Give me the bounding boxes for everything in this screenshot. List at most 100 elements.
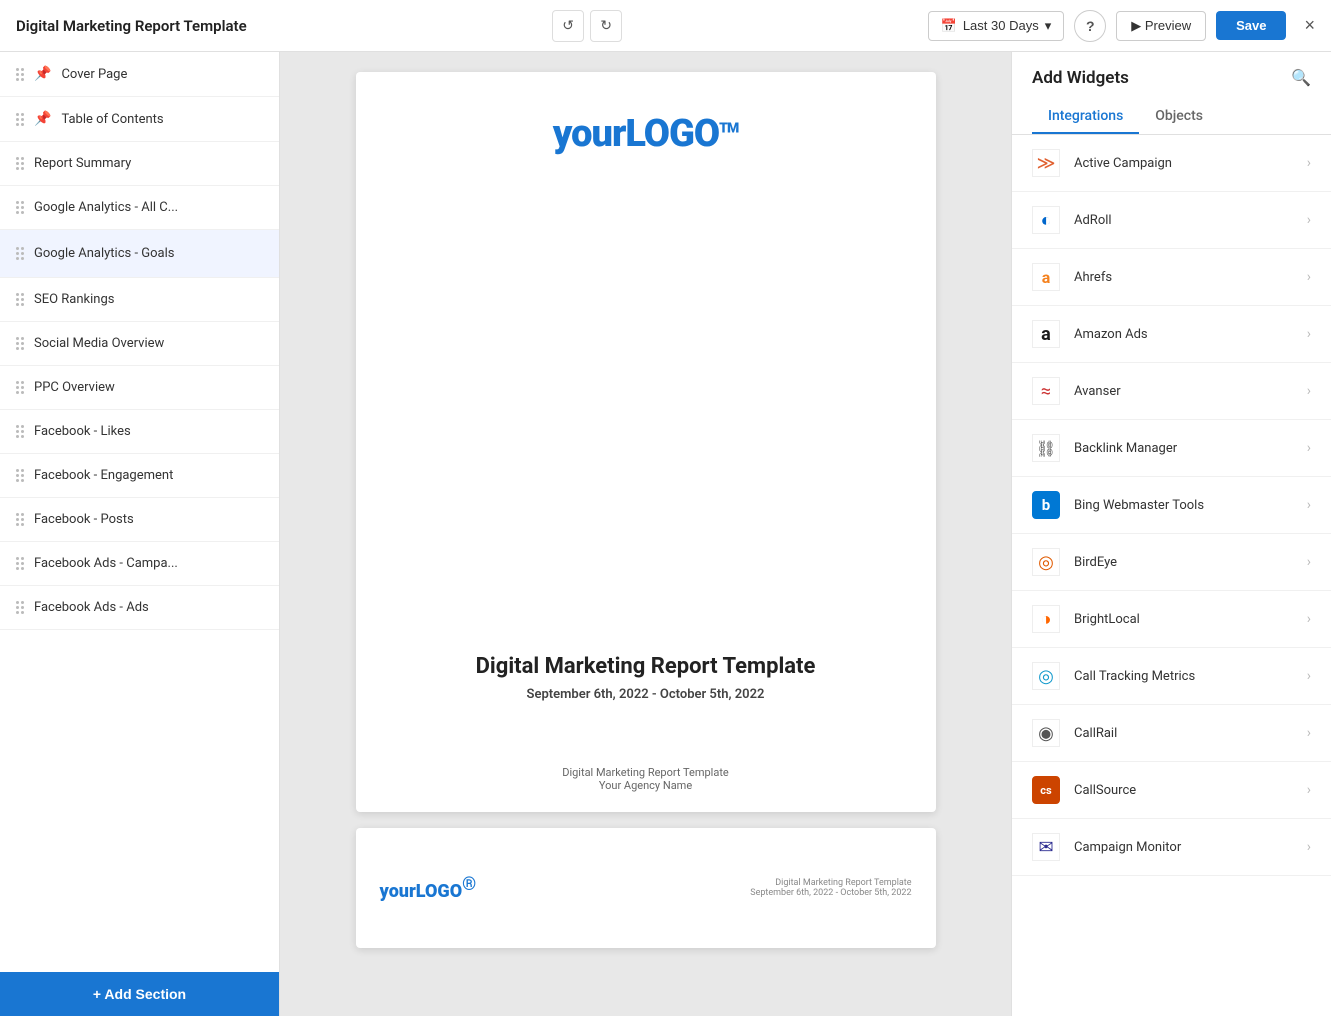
thumb-logo: yourLOGO® <box>380 874 477 902</box>
page-card-content: yourLOGOTM Digital Marketing Report Temp… <box>356 72 936 812</box>
integration-item-campaign-monitor[interactable]: ✉ Campaign Monitor › <box>1012 819 1331 876</box>
integration-item-active-campaign[interactable]: ≫ Active Campaign › <box>1012 135 1331 192</box>
sidebar-item-label: Facebook Ads - Campa... <box>34 556 263 571</box>
integration-item-backlink-manager[interactable]: ⛓ Backlink Manager › <box>1012 420 1331 477</box>
logo-tm: TM <box>719 120 738 136</box>
integration-icon-active-campaign: ≫ <box>1032 149 1060 177</box>
drag-handle <box>16 157 24 170</box>
sidebar-item-seo-rankings[interactable]: SEO Rankings <box>0 278 279 322</box>
sidebar-item-report-summary[interactable]: Report Summary <box>0 142 279 186</box>
tab-integrations[interactable]: Integrations <box>1032 100 1139 134</box>
integration-name: Active Campaign <box>1074 156 1307 171</box>
sidebar-item-social-media-overview[interactable]: Social Media Overview <box>0 322 279 366</box>
undo-redo-group: ↺ ↻ <box>552 10 622 42</box>
right-panel-title: Add Widgets <box>1032 68 1129 88</box>
integration-item-avanser[interactable]: ≈ Avanser › <box>1012 363 1331 420</box>
logo-area: yourLOGOTM <box>553 112 739 156</box>
thumb-meta-date: September 6th, 2022 - October 5th, 2022 <box>750 888 911 898</box>
integration-item-callsource[interactable]: cs CallSource › <box>1012 762 1331 819</box>
close-button[interactable]: × <box>1304 15 1315 36</box>
chevron-right-icon: › <box>1307 440 1311 456</box>
add-section-button[interactable]: + Add Section <box>0 972 279 1016</box>
sidebar-item-label: Google Analytics - All C... <box>34 200 263 215</box>
integration-icon-backlink-manager: ⛓ <box>1032 434 1060 462</box>
sidebar-item-facebook-likes[interactable]: Facebook - Likes <box>0 410 279 454</box>
undo-button[interactable]: ↺ <box>552 10 584 42</box>
chevron-right-icon: › <box>1307 497 1311 513</box>
sidebar-item-label: Google Analytics - Goals <box>34 246 247 261</box>
drag-handle <box>16 425 24 438</box>
sidebar-item-label: Facebook - Engagement <box>34 468 263 483</box>
top-bar: Digital Marketing Report Template ↺ ↻ 📅 … <box>0 0 1331 52</box>
sidebar-item-cover-page[interactable]: 📌 Cover Page <box>0 52 279 97</box>
drag-handle <box>16 113 24 126</box>
help-button[interactable]: ? <box>1074 10 1106 42</box>
page-card-thumb: yourLOGO® Digital Marketing Report Templ… <box>356 828 936 948</box>
preview-button[interactable]: ▶ Preview <box>1116 11 1206 41</box>
integration-icon-call-tracking-metrics: ◎ <box>1032 662 1060 690</box>
integration-name: Bing Webmaster Tools <box>1074 498 1307 513</box>
chevron-down-icon: ▾ <box>1045 18 1052 34</box>
sidebar-item-ppc-overview[interactable]: PPC Overview <box>0 366 279 410</box>
chevron-right-icon: › <box>1307 782 1311 798</box>
integration-icon-bing-webmaster: b <box>1032 491 1060 519</box>
integration-item-bing-webmaster[interactable]: b Bing Webmaster Tools › <box>1012 477 1331 534</box>
drag-handle <box>16 469 24 482</box>
sidebar-item-google-analytics-goals[interactable]: Google Analytics - Goals ••• <box>0 230 279 278</box>
date-range-button[interactable]: 📅 Last 30 Days ▾ <box>928 11 1065 41</box>
sidebar-item-label: Social Media Overview <box>34 336 263 351</box>
integration-icon-brightlocal: ◑ <box>1032 605 1060 633</box>
chevron-right-icon: › <box>1307 668 1311 684</box>
integration-name: BrightLocal <box>1074 612 1307 627</box>
integration-icon-avanser: ≈ <box>1032 377 1060 405</box>
page-footer: Digital Marketing Report Template Your A… <box>356 766 936 792</box>
right-panel-title-row: Add Widgets 🔍 <box>1032 68 1311 88</box>
sidebar-item-label: SEO Rankings <box>34 292 263 307</box>
chevron-right-icon: › <box>1307 269 1311 285</box>
report-title: Digital Marketing Report Template <box>476 654 816 679</box>
top-bar-left: Digital Marketing Report Template <box>16 17 247 35</box>
calendar-icon: 📅 <box>941 18 957 34</box>
report-date: September 6th, 2022 - October 5th, 2022 <box>476 687 816 702</box>
drag-handle <box>16 337 24 350</box>
sidebar-item-facebook-ads-campa[interactable]: Facebook Ads - Campa... <box>0 542 279 586</box>
thumb-meta-title: Digital Marketing Report Template <box>750 878 911 888</box>
logo-bold-text: LOGO <box>625 112 719 156</box>
drag-handle <box>16 247 24 260</box>
integration-item-birdeye[interactable]: ◎ BirdEye › <box>1012 534 1331 591</box>
chevron-right-icon: › <box>1307 212 1311 228</box>
integration-item-amazon-ads[interactable]: a Amazon Ads › <box>1012 306 1331 363</box>
logo-display: yourLOGOTM <box>553 112 739 156</box>
integration-item-ahrefs[interactable]: a Ahrefs › <box>1012 249 1331 306</box>
sidebar-item-facebook-ads-ads[interactable]: Facebook Ads - Ads <box>0 586 279 630</box>
integration-icon-callsource: cs <box>1032 776 1060 804</box>
integration-item-callrail[interactable]: ◉ CallRail › <box>1012 705 1331 762</box>
right-panel: Add Widgets 🔍 Integrations Objects ≫ Act… <box>1011 52 1331 1016</box>
sidebar-item-label: Cover Page <box>61 67 263 82</box>
sidebar-item-facebook-posts[interactable]: Facebook - Posts <box>0 498 279 542</box>
save-button[interactable]: Save <box>1216 11 1286 40</box>
integration-item-adroll[interactable]: ◐ AdRoll › <box>1012 192 1331 249</box>
integration-name: Campaign Monitor <box>1074 840 1307 855</box>
sidebar-item-google-analytics-all[interactable]: Google Analytics - All C... <box>0 186 279 230</box>
integration-icon-ahrefs: a <box>1032 263 1060 291</box>
integration-item-call-tracking-metrics[interactable]: ◎ Call Tracking Metrics › <box>1012 648 1331 705</box>
pin-icon: 📌 <box>34 66 51 82</box>
search-button[interactable]: 🔍 <box>1291 68 1311 88</box>
integration-name: AdRoll <box>1074 213 1307 228</box>
drag-handle <box>16 557 24 570</box>
chevron-right-icon: › <box>1307 326 1311 342</box>
sidebar-item-label: Report Summary <box>34 156 263 171</box>
sidebar-item-label: Facebook - Likes <box>34 424 263 439</box>
thumb-meta: Digital Marketing Report Template Septem… <box>750 878 911 898</box>
integration-item-brightlocal[interactable]: ◑ BrightLocal › <box>1012 591 1331 648</box>
integration-name: Amazon Ads <box>1074 327 1307 342</box>
drag-handle <box>16 201 24 214</box>
footer-agency: Your Agency Name <box>356 779 936 792</box>
sidebar: 📌 Cover Page 📌 Table of Contents <box>0 52 280 1016</box>
sidebar-item-label: PPC Overview <box>34 380 263 395</box>
tab-objects[interactable]: Objects <box>1139 100 1219 134</box>
redo-button[interactable]: ↻ <box>590 10 622 42</box>
sidebar-item-facebook-engagement[interactable]: Facebook - Engagement <box>0 454 279 498</box>
sidebar-item-table-of-contents[interactable]: 📌 Table of Contents <box>0 97 279 142</box>
